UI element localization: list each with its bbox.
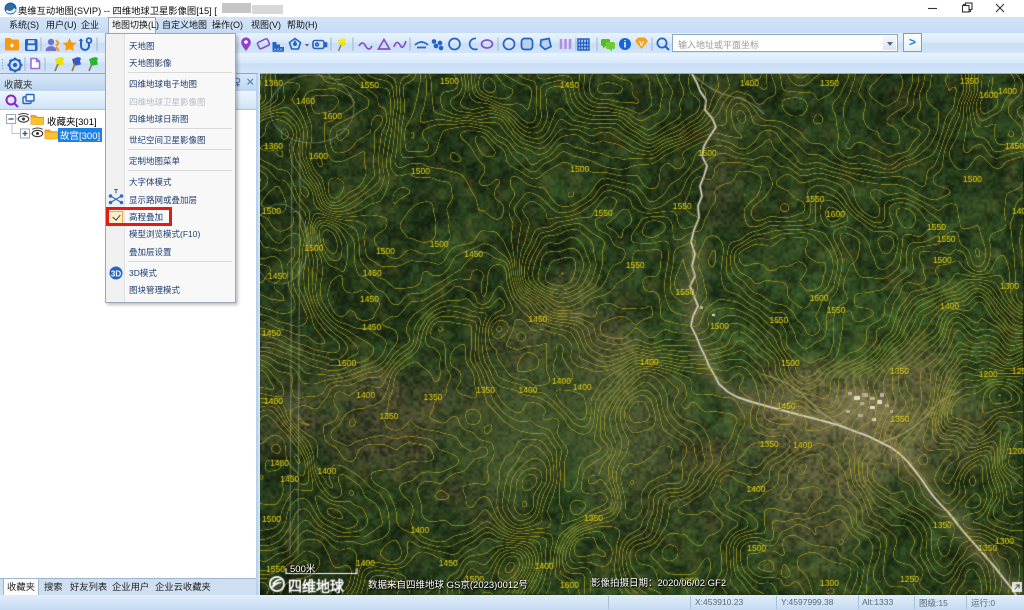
svg-text:V: V	[639, 39, 644, 48]
svg-text:3D: 3D	[111, 270, 121, 279]
svg-text:i: i	[624, 40, 627, 51]
